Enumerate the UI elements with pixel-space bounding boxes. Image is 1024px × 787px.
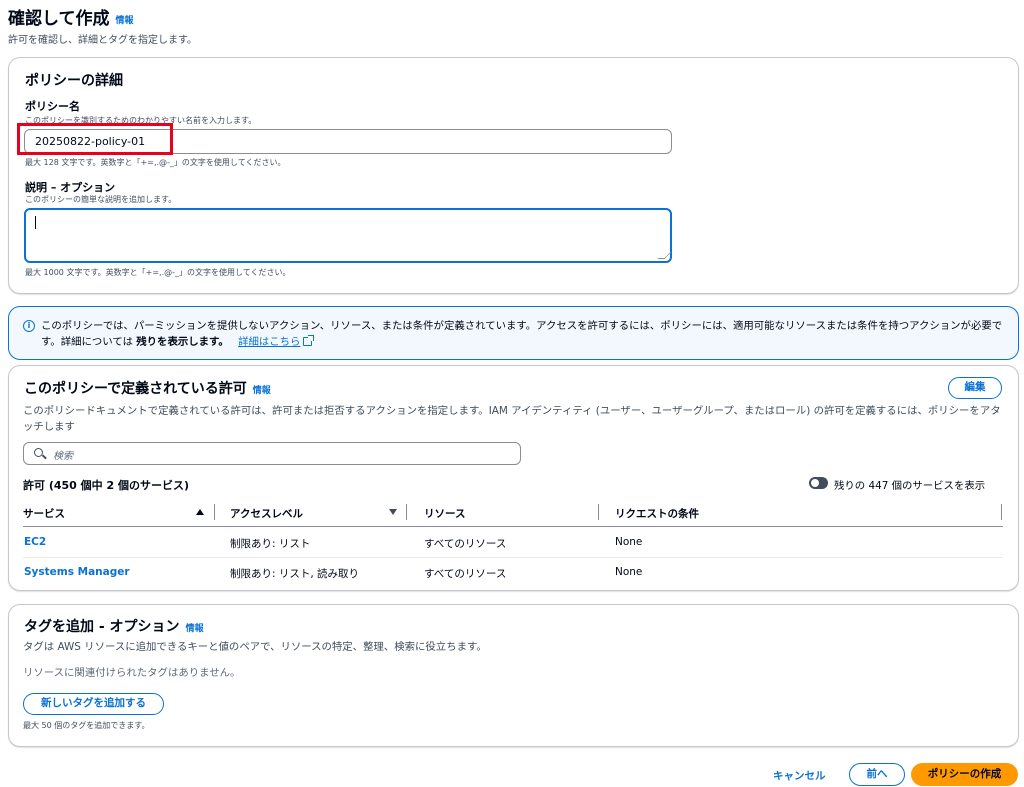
add-tag-button[interactable]: 新しいタグを追加する <box>23 693 164 715</box>
learn-more-link[interactable]: 詳細はこちら <box>238 335 315 348</box>
description-textarea[interactable] <box>24 208 672 263</box>
col-header-access-level[interactable]: アクセスレベル <box>230 506 303 521</box>
row-divider <box>23 557 1003 558</box>
service-link-ec2[interactable]: EC2 <box>24 536 46 548</box>
permissions-info-link[interactable]: 情報 <box>253 386 271 396</box>
col-header-service[interactable]: サービス <box>23 506 65 521</box>
text-caret <box>35 216 36 229</box>
policy-details-panel: ポリシーの詳細 ポリシー名 このポリシーを識別するためのわかりやすい名前を入力し… <box>8 57 1019 294</box>
policy-name-label: ポリシー名 <box>25 100 80 113</box>
tags-title-text: タグを追加 - オプション <box>24 619 180 635</box>
create-policy-button[interactable]: ポリシーの作成 <box>911 763 1018 786</box>
previous-button[interactable]: 前へ <box>849 763 905 786</box>
external-link-icon <box>303 335 315 346</box>
table-cell-resource: すべてのリソース <box>424 568 507 580</box>
service-link-systems-manager[interactable]: Systems Manager <box>24 566 130 578</box>
info-circle-icon: i <box>23 320 35 332</box>
page-info-link[interactable]: 情報 <box>116 16 134 26</box>
show-remaining-toggle[interactable] <box>809 477 828 489</box>
table-cell-access: 制限あり: リスト <box>230 538 311 550</box>
column-divider[interactable] <box>1001 504 1002 520</box>
header-divider <box>23 526 1003 527</box>
column-divider[interactable] <box>598 504 599 520</box>
tags-title: タグを追加 - オプション 情報 <box>24 616 204 636</box>
column-divider[interactable] <box>406 504 407 520</box>
table-cell-resource: すべてのリソース <box>424 538 507 550</box>
table-cell-condition: None <box>615 566 643 578</box>
search-input[interactable]: 検索 <box>23 442 521 465</box>
permissions-count: 許可 (450 個中 2 個のサービス) <box>23 479 189 492</box>
description-help: このポリシーの簡単な説明を追加します。 <box>25 195 177 204</box>
resize-grip-icon[interactable] <box>657 252 672 259</box>
sort-ascending-icon[interactable] <box>196 509 204 515</box>
table-cell-condition: None <box>615 536 643 548</box>
column-divider[interactable] <box>214 504 215 520</box>
info-alert: i このポリシーでは、パーミッションを提供しないアクション、リソース、または条件… <box>8 306 1019 360</box>
policy-name-description: このポリシーを識別するためのわかりやすい名前を入力します。 <box>25 116 257 125</box>
page-title-text: 確認して作成 <box>8 9 110 29</box>
description-hint: 最大 1000 文字です。英数字と「+=,.@-_」の文字を使用してください。 <box>25 268 291 277</box>
tags-limit-hint: 最大 50 個のタグを追加できます。 <box>23 721 150 730</box>
col-header-resource[interactable]: リソース <box>424 506 465 521</box>
page-title: 確認して作成 情報 <box>8 4 134 29</box>
policy-name-hint: 最大 128 文字です。英数字と「+=,.@-_」の文字を使用してください。 <box>25 158 286 167</box>
page-subtitle: 許可を確認し、詳細とタグを指定します。 <box>8 35 197 46</box>
alert-message: このポリシーでは、パーミッションを提供しないアクション、リソース、または条件が定… <box>41 318 1006 350</box>
edit-button[interactable]: 編集 <box>948 377 1002 399</box>
col-header-condition[interactable]: リクエストの条件 <box>615 506 699 521</box>
table-cell-access: 制限あり: リスト, 読み取り <box>230 568 360 580</box>
show-remaining-label: 残りの 447 個のサービスを表示 <box>834 480 986 492</box>
search-placeholder: 検索 <box>53 451 73 462</box>
permissions-title: このポリシーで定義されている許可 情報 <box>24 378 271 398</box>
tags-empty-message: リソースに関連付けられたタグはありません。 <box>23 667 241 679</box>
permissions-description: このポリシードキュメントで定義されている許可は、許可または拒否するアクションを指… <box>23 405 1001 433</box>
policy-details-title: ポリシーの詳細 <box>25 73 123 89</box>
learn-more-label: 詳細はこちら <box>238 336 301 348</box>
description-label: 説明 – オプション <box>25 181 116 194</box>
sort-descending-icon[interactable] <box>389 509 397 515</box>
tags-info-link[interactable]: 情報 <box>186 624 204 634</box>
toggle-knob <box>811 479 819 487</box>
search-icon <box>34 448 43 457</box>
tags-description: タグは AWS リソースに追加できるキーと値のペアで、リソースの特定、整理、検索… <box>23 641 487 653</box>
policy-name-input[interactable] <box>24 129 672 154</box>
permissions-title-text: このポリシーで定義されている許可 <box>24 381 247 397</box>
cancel-button[interactable]: キャンセル <box>773 768 826 783</box>
show-remaining-text: 残りを表示します。 <box>136 336 229 348</box>
